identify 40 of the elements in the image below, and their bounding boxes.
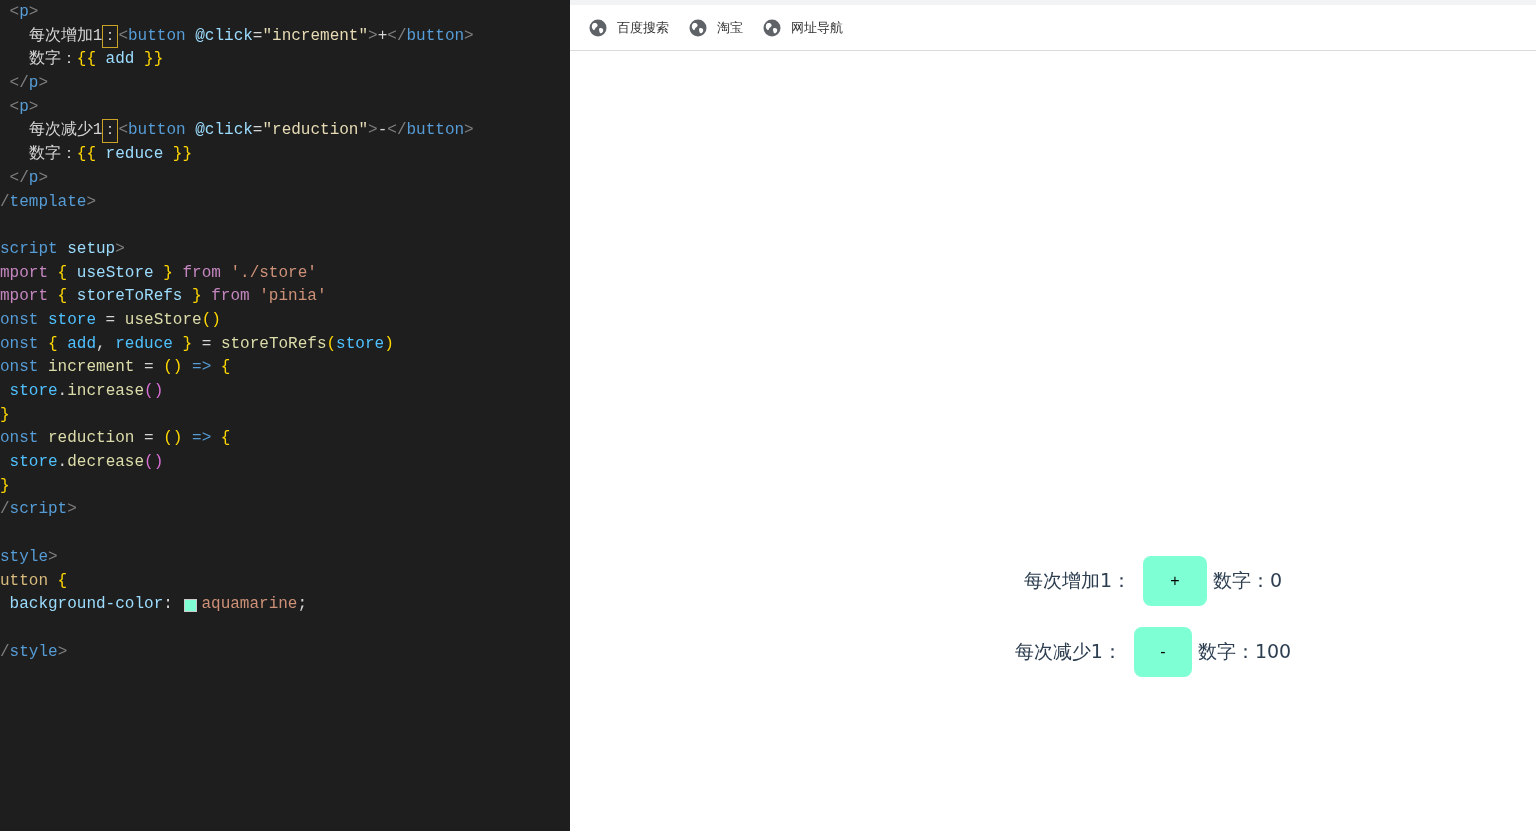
counter-button[interactable]: +: [1143, 556, 1207, 606]
globe-icon: [763, 19, 781, 37]
code-line: 数字：{{ reduce }}: [27, 143, 193, 166]
bookmark-link[interactable]: 网址导航: [763, 19, 843, 37]
code-line: style>: [0, 546, 58, 568]
code-line: <p>: [8, 2, 39, 23]
bookmark-link[interactable]: 百度搜索: [589, 19, 669, 37]
code-line: /template>: [0, 191, 97, 213]
code-line: }: [0, 404, 10, 426]
code-line: </p>: [8, 73, 49, 95]
row-label: 每次减少1：: [1014, 639, 1122, 664]
bookmark-link[interactable]: 淘宝: [689, 19, 743, 37]
code-line: mport { useStore } from './store': [0, 262, 317, 284]
counter-button[interactable]: -: [1133, 627, 1192, 677]
code-line: <p>: [8, 96, 39, 118]
code-line: </p>: [8, 167, 49, 189]
code-text: aquamarine: [201, 594, 298, 616]
code-line: }: [0, 475, 10, 497]
code-text: ;: [297, 594, 308, 616]
code-line: 数字：{{ add }}: [27, 48, 164, 71]
code-line: mport { storeToRefs } from 'pinia': [0, 286, 327, 308]
code-line: onst { add, reduce } = storeToRefs(store): [0, 333, 394, 355]
row-label: 每次增加1：: [1023, 568, 1131, 593]
code-line: /style>: [0, 641, 68, 663]
code-line: 每次增加1：<button @click="increment">+</button>: [0, 24, 474, 49]
code-line: store.decrease(): [8, 452, 164, 474]
code-line: onst increment = () => {: [0, 357, 231, 379]
code-text: background-color: [8, 594, 164, 616]
code-line: store.increase(): [8, 381, 164, 402]
code-line: onst store = useStore(): [0, 309, 221, 331]
code-line: onst reduction = () => {: [0, 428, 231, 450]
code-line: 每次减少1：<button @click="reduction">-</button>: [0, 119, 474, 144]
code-line: script setup>: [0, 238, 125, 260]
code-line: utton {: [0, 570, 68, 592]
globe-icon: [689, 19, 707, 37]
code-text: :: [163, 594, 174, 616]
count-text: 数字：100: [1197, 639, 1292, 664]
globe-icon: [589, 19, 607, 37]
code-line: /script>: [0, 499, 77, 521]
count-text: 数字：0: [1213, 568, 1283, 593]
